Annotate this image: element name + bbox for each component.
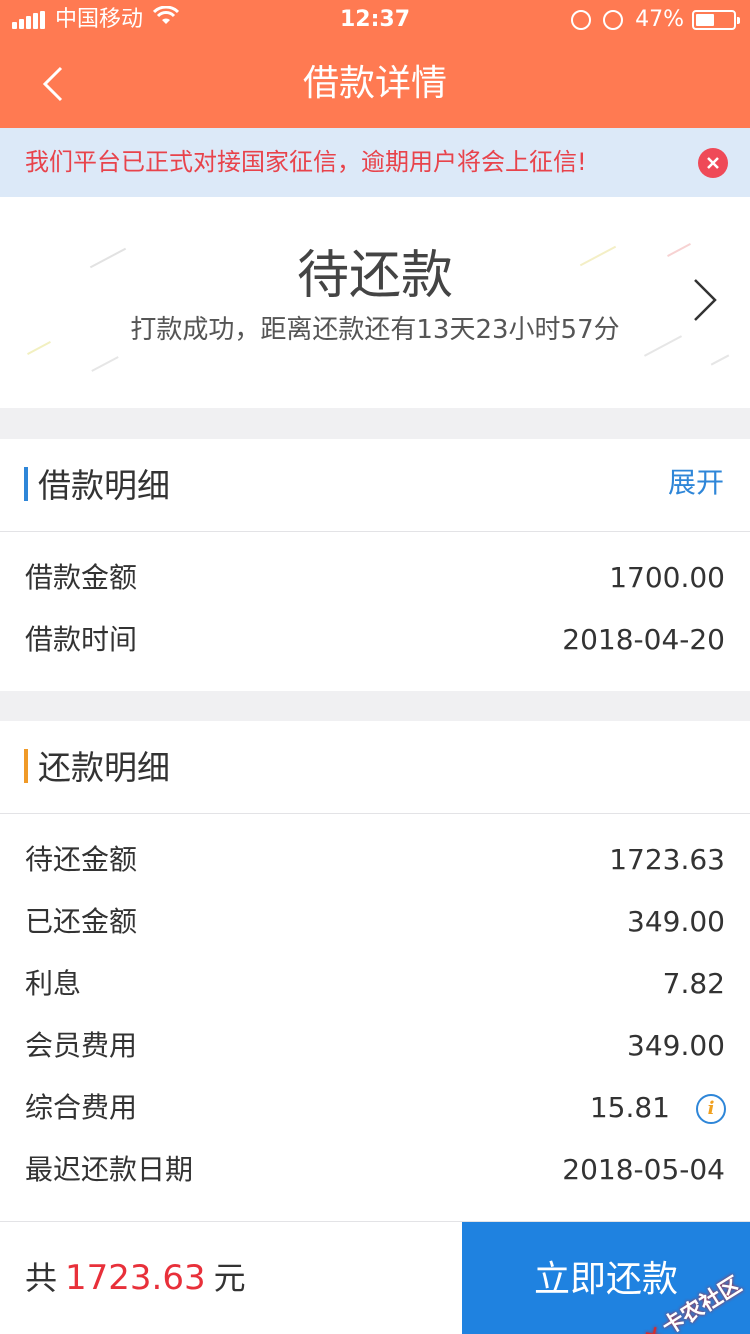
detail-row: 综合费用 15.81 i bbox=[0, 1077, 750, 1139]
total-prefix: 共 bbox=[25, 1259, 58, 1297]
rotation-lock-icon bbox=[571, 10, 592, 30]
loan-status-title: 待还款 bbox=[296, 246, 453, 306]
row-label: 会员费用 bbox=[25, 1029, 138, 1062]
detail-row: 待还金额 1723.63 bbox=[0, 829, 750, 891]
top-bar: 中国移动 12:37 47% 借款详情 bbox=[0, 0, 750, 128]
total-suffix: 元 bbox=[213, 1259, 246, 1297]
detail-row: 借款时间 2018-04-20 bbox=[0, 609, 750, 671]
notice-banner: 我们平台已正式对接国家征信，逾期用户将会上征信! bbox=[0, 128, 750, 197]
decoration-line bbox=[91, 356, 119, 372]
row-value: 349.00 bbox=[627, 1029, 725, 1062]
loan-detail-title: 借款明细 bbox=[38, 466, 170, 505]
detail-row: 已还金额 349.00 bbox=[0, 891, 750, 953]
row-label: 借款金额 bbox=[25, 561, 138, 594]
row-value: 2018-05-04 bbox=[562, 1153, 725, 1186]
row-label: 综合费用 bbox=[25, 1091, 138, 1124]
detail-row: 最迟还款日期 2018-05-04 bbox=[0, 1139, 750, 1201]
loan-status-subtitle: 打款成功，距离还款还有13天23小时57分 bbox=[130, 315, 620, 345]
section-accent-bar bbox=[24, 467, 28, 501]
decoration-line bbox=[710, 354, 730, 366]
repay-detail-section: 还款明细 待还金额 1723.63 已还金额 349.00 利息 7.82 会员… bbox=[0, 721, 750, 1221]
battery-icon bbox=[692, 10, 740, 30]
status-bar: 中国移动 12:37 47% bbox=[0, 0, 750, 40]
row-value: 1700.00 bbox=[609, 561, 725, 594]
total-value: 1723.63 bbox=[65, 1258, 206, 1298]
alarm-icon bbox=[603, 10, 624, 30]
row-value: 1723.63 bbox=[609, 843, 725, 876]
repay-detail-header: 还款明细 bbox=[0, 721, 750, 814]
row-value: 349.00 bbox=[627, 905, 725, 938]
row-label: 利息 bbox=[25, 967, 82, 1000]
repay-detail-title: 还款明细 bbox=[38, 748, 170, 787]
row-label: 已还金额 bbox=[25, 905, 138, 938]
notice-text: 我们平台已正式对接国家征信，逾期用户将会上征信! bbox=[25, 148, 587, 176]
detail-row: 借款金额 1700.00 bbox=[0, 547, 750, 609]
info-icon[interactable]: i bbox=[696, 1094, 726, 1124]
row-label: 最迟还款日期 bbox=[25, 1153, 194, 1186]
row-label: 借款时间 bbox=[25, 623, 138, 656]
loan-detail-section: 借款明细 展开 借款金额 1700.00 借款时间 2018-04-20 bbox=[0, 439, 750, 691]
close-icon bbox=[707, 157, 719, 169]
section-accent-bar bbox=[24, 749, 28, 783]
battery-percent: 47% bbox=[635, 7, 684, 32]
page-title: 借款详情 bbox=[302, 63, 447, 104]
row-value: 2018-04-20 bbox=[562, 623, 725, 656]
row-label: 待还金额 bbox=[25, 843, 138, 876]
row-value: 7.82 bbox=[662, 967, 725, 1000]
navigation-bar: 借款详情 bbox=[0, 40, 750, 128]
loan-status-card[interactable]: 待还款 打款成功，距离还款还有13天23小时57分 bbox=[0, 197, 750, 408]
bottom-bar: 共1723.63元 立即还款 卡农社区 bbox=[0, 1221, 750, 1334]
row-value: 15.81 bbox=[589, 1091, 670, 1124]
detail-row: 会员费用 349.00 bbox=[0, 1015, 750, 1077]
chevron-right-icon bbox=[694, 279, 717, 321]
notice-close-button[interactable] bbox=[698, 148, 728, 178]
loan-detail-header: 借款明细 展开 bbox=[0, 439, 750, 532]
expand-button[interactable]: 展开 bbox=[668, 439, 724, 527]
detail-row: 利息 7.82 bbox=[0, 953, 750, 1015]
total-amount: 共 1723.63 元 bbox=[25, 1222, 246, 1334]
